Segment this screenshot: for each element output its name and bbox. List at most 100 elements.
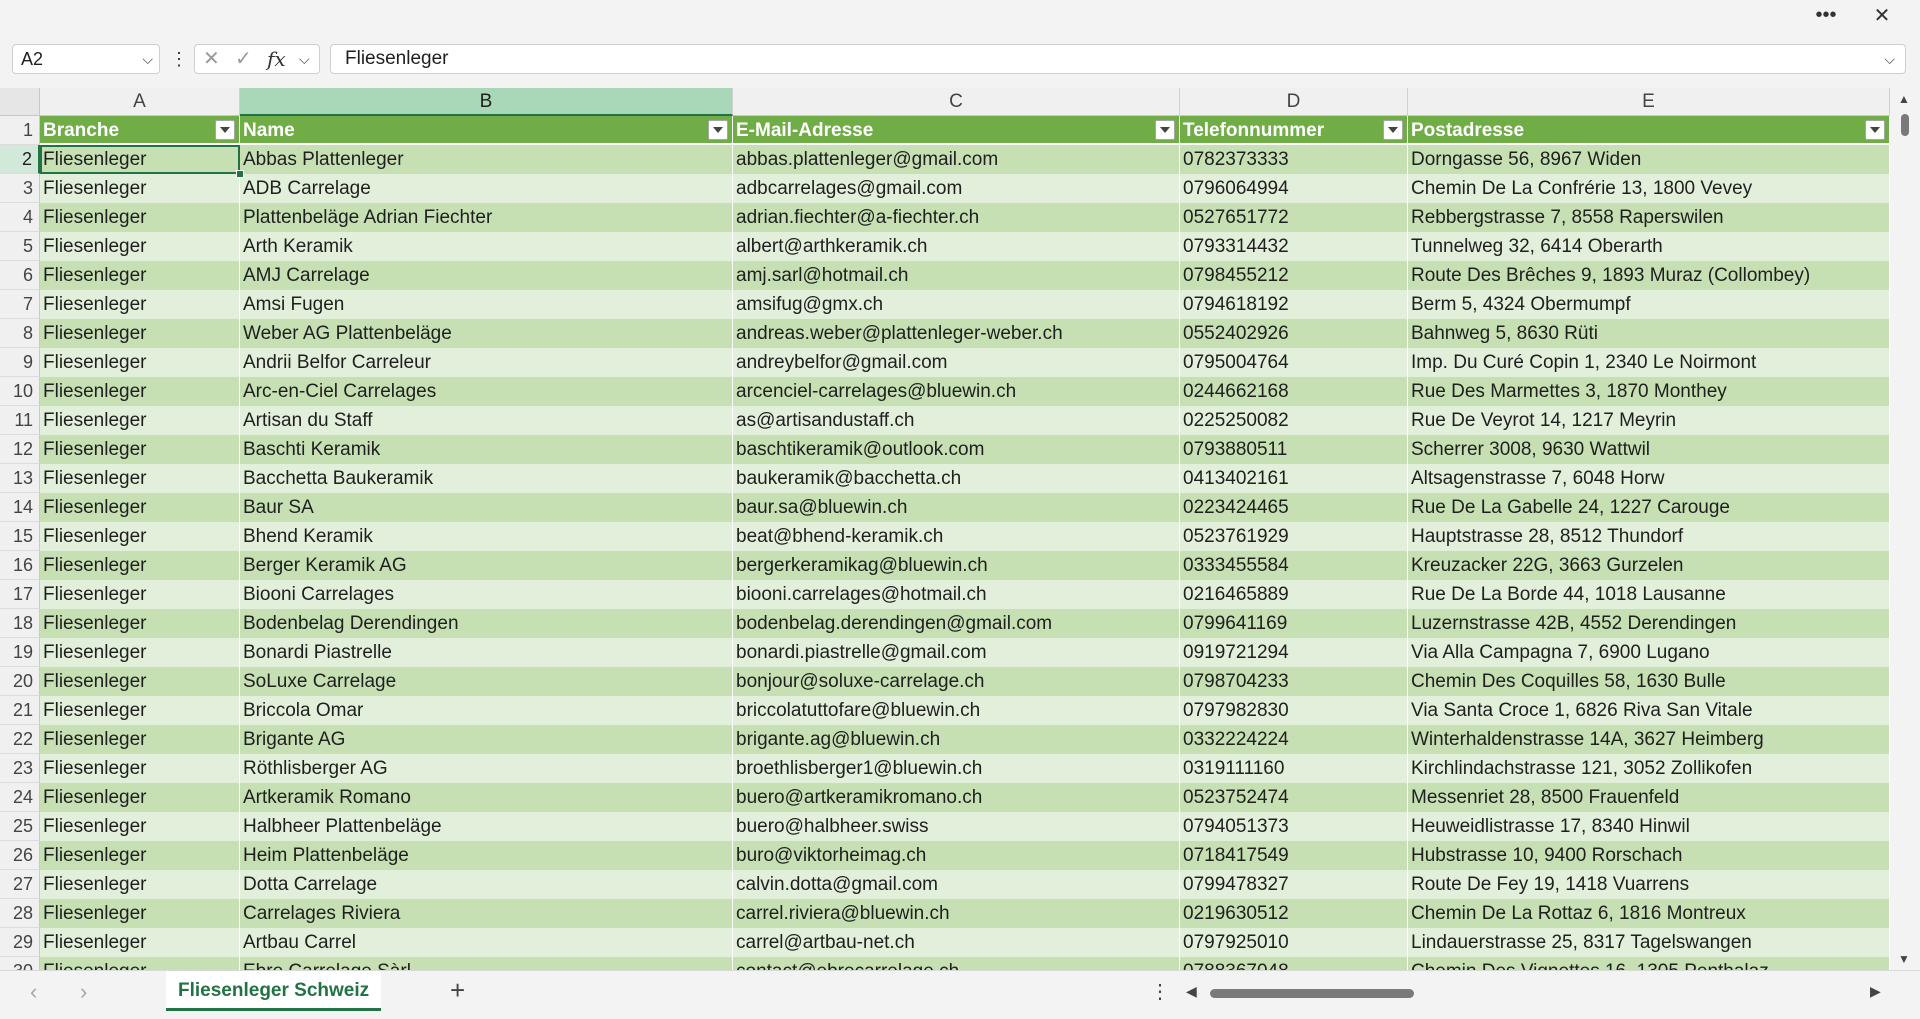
scroll-right-icon[interactable]: ▶: [1870, 983, 1881, 1000]
table-cell[interactable]: ADB Carrelage: [240, 174, 733, 203]
table-header-cell[interactable]: Branche: [40, 116, 240, 145]
filter-dropdown-icon[interactable]: [708, 120, 728, 140]
table-cell[interactable]: 0244662168: [1180, 377, 1408, 406]
row-header[interactable]: 25: [0, 812, 40, 841]
more-options-icon[interactable]: •••: [1806, 0, 1846, 30]
formula-input[interactable]: Fliesenleger ⌵: [330, 44, 1906, 74]
table-cell[interactable]: 0332224224: [1180, 725, 1408, 754]
table-cell[interactable]: Via Santa Croce 1, 6826 Riva San Vitale: [1408, 696, 1890, 725]
row-header[interactable]: 10: [0, 377, 40, 406]
table-cell[interactable]: Fliesenleger: [40, 493, 240, 522]
table-cell[interactable]: Fliesenleger: [40, 551, 240, 580]
table-cell[interactable]: Fliesenleger: [40, 609, 240, 638]
table-cell[interactable]: Fliesenleger: [40, 725, 240, 754]
table-cell[interactable]: Kirchlindachstrasse 121, 3052 Zollikofen: [1408, 754, 1890, 783]
table-cell[interactable]: Fliesenleger: [40, 638, 240, 667]
name-box[interactable]: A2 ⌵: [12, 44, 160, 74]
table-cell[interactable]: abbas.plattenleger@gmail.com: [733, 145, 1180, 174]
table-header-cell[interactable]: Telefonnummer: [1180, 116, 1408, 145]
table-cell[interactable]: as@artisandustaff.ch: [733, 406, 1180, 435]
table-cell[interactable]: Fliesenleger: [40, 928, 240, 957]
table-cell[interactable]: contact@ebrecarrelage.ch: [733, 957, 1180, 970]
table-cell[interactable]: Chemin Des Coquilles 58, 1630 Bulle: [1408, 667, 1890, 696]
table-cell[interactable]: Artbau Carrel: [240, 928, 733, 957]
row-header[interactable]: 23: [0, 754, 40, 783]
table-cell[interactable]: Chemin De La Confrérie 13, 1800 Vevey: [1408, 174, 1890, 203]
table-cell[interactable]: Fliesenleger: [40, 319, 240, 348]
table-cell[interactable]: Heuweidlistrasse 17, 8340 Hinwil: [1408, 812, 1890, 841]
row-header[interactable]: 20: [0, 667, 40, 696]
table-cell[interactable]: Fliesenleger: [40, 522, 240, 551]
table-cell[interactable]: Fliesenleger: [40, 348, 240, 377]
table-cell[interactable]: Röthlisberger AG: [240, 754, 733, 783]
table-cell[interactable]: Fliesenleger: [40, 377, 240, 406]
table-cell[interactable]: Artkeramik Romano: [240, 783, 733, 812]
table-cell[interactable]: Hauptstrasse 28, 8512 Thundorf: [1408, 522, 1890, 551]
table-cell[interactable]: carrel.riviera@bluewin.ch: [733, 899, 1180, 928]
column-header[interactable]: A: [40, 88, 240, 116]
table-cell[interactable]: Fliesenleger: [40, 435, 240, 464]
table-cell[interactable]: Via Alla Campagna 7, 6900 Lugano: [1408, 638, 1890, 667]
scroll-left-icon[interactable]: ◀: [1186, 983, 1197, 1000]
table-cell[interactable]: Rue Des Marmettes 3, 1870 Monthey: [1408, 377, 1890, 406]
table-cell[interactable]: 0219630512: [1180, 899, 1408, 928]
table-cell[interactable]: 0793880511: [1180, 435, 1408, 464]
row-header[interactable]: 13: [0, 464, 40, 493]
row-header[interactable]: 11: [0, 406, 40, 435]
table-cell[interactable]: baukeramik@bacchetta.ch: [733, 464, 1180, 493]
table-cell[interactable]: Halbheer Plattenbeläge: [240, 812, 733, 841]
table-cell[interactable]: Bahnweg 5, 8630 Rüti: [1408, 319, 1890, 348]
table-cell[interactable]: Fliesenleger: [40, 174, 240, 203]
row-header[interactable]: 5: [0, 232, 40, 261]
table-header-cell[interactable]: Postadresse: [1408, 116, 1890, 145]
table-cell[interactable]: buro@viktorheimag.ch: [733, 841, 1180, 870]
table-cell[interactable]: Abbas Plattenleger: [240, 145, 733, 174]
row-header[interactable]: 19: [0, 638, 40, 667]
table-cell[interactable]: Biooni Carrelages: [240, 580, 733, 609]
table-cell[interactable]: Artisan du Staff: [240, 406, 733, 435]
table-cell[interactable]: Rue De La Gabelle 24, 1227 Carouge: [1408, 493, 1890, 522]
table-cell[interactable]: Andrii Belfor Carreleur: [240, 348, 733, 377]
table-cell[interactable]: 0413402161: [1180, 464, 1408, 493]
table-cell[interactable]: Fliesenleger: [40, 957, 240, 970]
table-cell[interactable]: Dotta Carrelage: [240, 870, 733, 899]
table-cell[interactable]: Fliesenleger: [40, 464, 240, 493]
row-header[interactable]: 24: [0, 783, 40, 812]
filter-dropdown-icon[interactable]: [215, 120, 235, 140]
table-cell[interactable]: biooni.carrelages@hotmail.ch: [733, 580, 1180, 609]
table-cell[interactable]: 0797982830: [1180, 696, 1408, 725]
table-cell[interactable]: SoLuxe Carrelage: [240, 667, 733, 696]
table-cell[interactable]: Heim Plattenbeläge: [240, 841, 733, 870]
row-header[interactable]: 12: [0, 435, 40, 464]
table-cell[interactable]: bergerkeramikag@bluewin.ch: [733, 551, 1180, 580]
chevron-down-icon[interactable]: ⌵: [299, 45, 310, 73]
table-cell[interactable]: andreybelfor@gmail.com: [733, 348, 1180, 377]
previous-sheet-icon[interactable]: ‹: [30, 979, 37, 1005]
vertical-dots-icon[interactable]: ⋮: [170, 44, 188, 74]
table-cell[interactable]: Fliesenleger: [40, 203, 240, 232]
table-cell[interactable]: carrel@artbau-net.ch: [733, 928, 1180, 957]
table-cell[interactable]: Weber AG Plattenbeläge: [240, 319, 733, 348]
row-header[interactable]: 17: [0, 580, 40, 609]
fill-handle[interactable]: [236, 170, 244, 178]
table-cell[interactable]: 0919721294: [1180, 638, 1408, 667]
select-all-corner[interactable]: [0, 88, 40, 116]
table-header-cell[interactable]: Name: [240, 116, 733, 145]
table-cell[interactable]: Kreuzacker 22G, 3663 Gurzelen: [1408, 551, 1890, 580]
table-cell[interactable]: Fliesenleger: [40, 232, 240, 261]
table-cell[interactable]: Fliesenleger: [40, 145, 240, 174]
table-cell[interactable]: amsifug@gmx.ch: [733, 290, 1180, 319]
table-cell[interactable]: Ebre Carrelage Sàrl: [240, 957, 733, 970]
table-cell[interactable]: Brigante AG: [240, 725, 733, 754]
table-cell[interactable]: Fliesenleger: [40, 841, 240, 870]
table-cell[interactable]: 0797925010: [1180, 928, 1408, 957]
table-cell[interactable]: 0333455584: [1180, 551, 1408, 580]
table-cell[interactable]: Fliesenleger: [40, 290, 240, 319]
table-cell[interactable]: baur.sa@bluewin.ch: [733, 493, 1180, 522]
table-cell[interactable]: 0796064994: [1180, 174, 1408, 203]
table-cell[interactable]: AMJ Carrelage: [240, 261, 733, 290]
table-cell[interactable]: Rue De Veyrot 14, 1217 Meyrin: [1408, 406, 1890, 435]
horizontal-scroll-thumb[interactable]: [1210, 989, 1414, 998]
table-cell[interactable]: 0523761929: [1180, 522, 1408, 551]
table-cell[interactable]: bonardi.piastrelle@gmail.com: [733, 638, 1180, 667]
